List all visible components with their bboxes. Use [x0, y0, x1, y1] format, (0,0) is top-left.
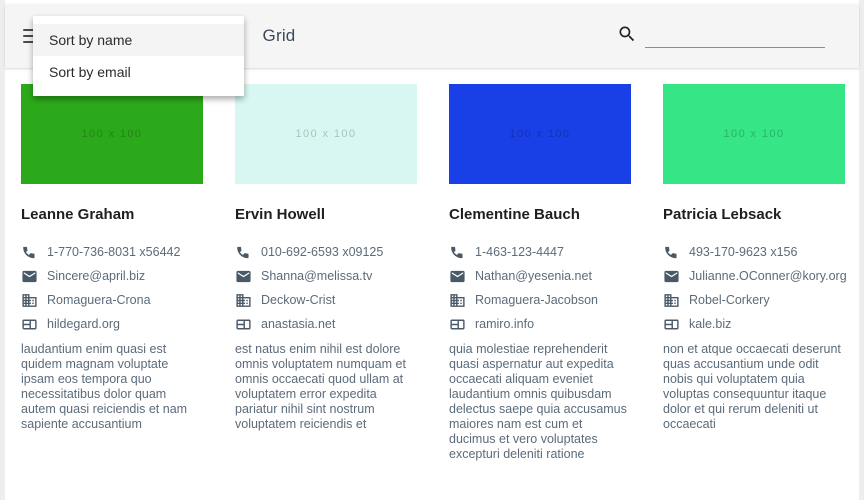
search-icon[interactable]	[617, 24, 637, 44]
detail-value: Deckow-Crist	[261, 293, 336, 307]
user-blurb: non et atque occaecati deserunt quas acc…	[663, 342, 841, 431]
detail-phone: 1-770-736-8031 x56442	[21, 240, 203, 264]
search-box	[617, 24, 847, 48]
user-thumbnail: 100 x 100	[21, 84, 203, 184]
web-icon	[664, 319, 679, 329]
detail-website: anastasia.net	[235, 312, 417, 336]
thumbnail-label: 100 x 100	[295, 128, 357, 140]
user-name: Clementine Bauch	[449, 206, 580, 223]
business-icon	[22, 293, 37, 307]
detail-value: Nathan@yesenia.net	[475, 269, 592, 283]
web-icon	[450, 319, 465, 329]
detail-value: anastasia.net	[261, 317, 336, 331]
detail-email: Sincere@april.biz	[21, 264, 203, 288]
detail-website: ramiro.info	[449, 312, 631, 336]
detail-email: Shanna@melissa.tv	[235, 264, 417, 288]
detail-phone: 010-692-6593 x09125	[235, 240, 417, 264]
search-input[interactable]	[645, 29, 825, 48]
user-details: 493-170-9623 x156 Julianne.OConner@kory.…	[663, 240, 847, 336]
phone-icon	[23, 246, 35, 258]
user-details: 1-463-123-4447 Nathan@yesenia.net Romagu…	[449, 240, 631, 336]
detail-email: Nathan@yesenia.net	[449, 264, 631, 288]
detail-value: 493-170-9623 x156	[689, 245, 798, 259]
business-icon	[236, 293, 251, 307]
web-icon	[236, 319, 251, 329]
menu-item-sort-by-email[interactable]: Sort by email	[33, 56, 244, 88]
user-blurb: est natus enim nihil est dolore omnis vo…	[235, 342, 406, 431]
thumbnail-label: 100 x 100	[723, 128, 785, 140]
user-blurb: quia molestiae reprehenderit quasi asper…	[449, 342, 627, 461]
user-details: 1-770-736-8031 x56442 Sincere@april.biz …	[21, 240, 203, 336]
menu-item-sort-by-name[interactable]: Sort by name	[33, 24, 244, 56]
user-name: Patricia Lebsack	[663, 206, 782, 223]
user-card[interactable]: 100 x 100 Ervin Howell 010-692-6593 x091…	[219, 74, 433, 500]
detail-website: hildegard.org	[21, 312, 203, 336]
user-card[interactable]: 100 x 100 Leanne Graham 1-770-736-8031 x…	[5, 74, 219, 500]
thumbnail-label: 100 x 100	[81, 128, 143, 140]
email-icon	[22, 270, 37, 282]
phone-icon	[451, 246, 463, 258]
business-icon	[450, 293, 465, 307]
detail-value: kale.biz	[689, 317, 732, 331]
phone-icon	[237, 246, 249, 258]
email-icon	[236, 270, 251, 282]
user-details: 010-692-6593 x09125 Shanna@melissa.tv De…	[235, 240, 417, 336]
detail-value: 1-463-123-4447	[475, 245, 564, 259]
user-thumbnail: 100 x 100	[449, 84, 631, 184]
sort-menu: Sort by name Sort by email	[33, 16, 244, 96]
detail-value: Romaguera-Jacobson	[475, 293, 598, 307]
detail-value: Sincere@april.biz	[47, 269, 146, 283]
user-thumbnail: 100 x 100	[663, 84, 845, 184]
detail-value: hildegard.org	[47, 317, 120, 331]
detail-value: Romaguera-Crona	[47, 293, 151, 307]
user-name: Ervin Howell	[235, 206, 326, 223]
user-thumbnail: 100 x 100	[235, 84, 417, 184]
detail-company: Romaguera-Jacobson	[449, 288, 631, 312]
user-card[interactable]: 100 x 100 Patricia Lebsack 493-170-9623 …	[647, 74, 859, 500]
user-blurb: laudantium enim quasi est quidem magnam …	[21, 342, 188, 431]
card-grid: 100 x 100 Leanne Graham 1-770-736-8031 x…	[5, 74, 859, 500]
detail-value: 010-692-6593 x09125	[261, 245, 384, 259]
detail-company: Romaguera-Crona	[21, 288, 203, 312]
detail-value: Julianne.OConner@kory.org	[689, 269, 847, 283]
detail-value: ramiro.info	[475, 317, 535, 331]
detail-website: kale.biz	[663, 312, 845, 336]
detail-company: Deckow-Crist	[235, 288, 417, 312]
detail-value: Robel-Corkery	[689, 293, 770, 307]
phone-icon	[665, 246, 677, 258]
user-name: Leanne Graham	[21, 206, 135, 223]
detail-company: Robel-Corkery	[663, 288, 845, 312]
email-icon	[450, 270, 465, 282]
email-icon	[664, 270, 679, 282]
thumbnail-label: 100 x 100	[509, 128, 571, 140]
detail-phone: 1-463-123-4447	[449, 240, 631, 264]
business-icon	[664, 293, 679, 307]
detail-phone: 493-170-9623 x156	[663, 240, 845, 264]
app-root: Grid 100 x 100 Leanne Graham 1-770-736-8…	[0, 0, 864, 500]
detail-email: Julianne.OConner@kory.org	[663, 264, 847, 288]
detail-value: 1-770-736-8031 x56442	[47, 245, 181, 259]
user-card[interactable]: 100 x 100 Clementine Bauch 1-463-123-444…	[433, 74, 647, 500]
web-icon	[22, 319, 37, 329]
detail-value: Shanna@melissa.tv	[261, 269, 373, 283]
